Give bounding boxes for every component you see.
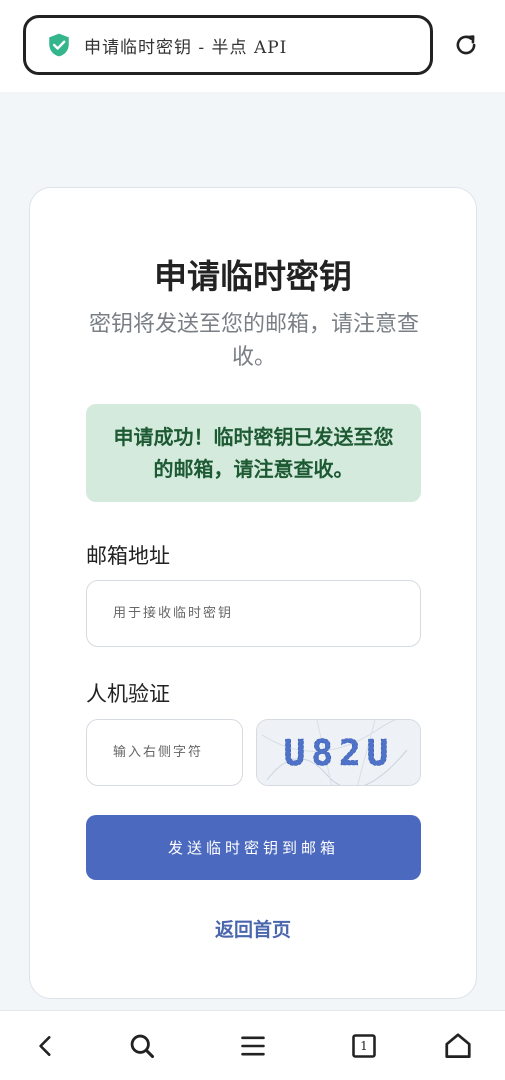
browser-top-bar: 申请临时密钥 - 半点 API <box>0 0 505 92</box>
menu-button[interactable] <box>236 1029 270 1063</box>
reload-button[interactable] <box>451 30 481 60</box>
address-bar[interactable]: 申请临时密钥 - 半点 API <box>23 15 433 75</box>
chevron-left-icon <box>39 1036 51 1056</box>
search-button[interactable] <box>125 1029 159 1063</box>
success-alert: 申请成功！临时密钥已发送至您的邮箱，请注意查收。 <box>86 404 421 502</box>
captcha-code: U82U <box>284 733 395 774</box>
send-key-button[interactable]: 发送临时密钥到邮箱 <box>86 815 421 880</box>
success-alert-text: 申请成功！临时密钥已发送至您的邮箱，请注意查收。 <box>113 425 394 481</box>
captcha-image[interactable]: U82U <box>256 719 421 786</box>
captcha-label: 人机验证 <box>86 682 170 706</box>
back-home-link[interactable]: 返回首页 <box>30 915 476 942</box>
tabs-button[interactable]: 1 <box>347 1029 381 1063</box>
page-title: 申请临时密钥 <box>154 257 352 296</box>
menu-icon <box>241 1036 265 1056</box>
email-label: 邮箱地址 <box>86 544 170 568</box>
secure-shield-icon <box>49 33 69 57</box>
captcha-graphic: U82U <box>257 720 420 785</box>
address-bar-text: 申请临时密钥 - 半点 API <box>84 37 288 58</box>
page-subtitle: 密钥将发送至您的邮箱，请注意查收。 <box>88 312 419 370</box>
home-button[interactable] <box>441 1029 475 1063</box>
home-icon <box>445 1033 471 1058</box>
search-icon <box>130 1034 155 1059</box>
browser-bottom-nav: 1 <box>0 1010 505 1080</box>
email-input[interactable] <box>86 580 421 647</box>
captcha-input[interactable] <box>86 719 243 786</box>
temp-key-card: 申请临时密钥 密钥将发送至您的邮箱，请注意查收。 申请成功！临时密钥已发送至您的… <box>29 187 477 999</box>
tab-count: 1 <box>360 1039 368 1053</box>
back-button[interactable] <box>29 1029 63 1063</box>
reload-icon <box>456 35 476 55</box>
